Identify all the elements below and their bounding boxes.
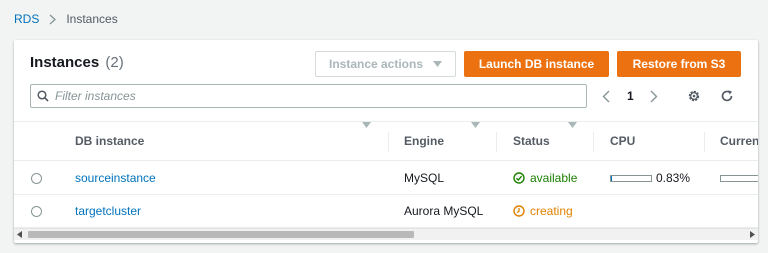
launch-db-instance-button[interactable]: Launch DB instance: [464, 51, 609, 77]
sort-icon[interactable]: [471, 122, 480, 128]
cpu-cell: 0.83%: [610, 162, 690, 194]
table-row[interactable]: sourceinstance MySQL available 0.83%: [14, 162, 758, 195]
filter-instances-field[interactable]: [30, 84, 587, 108]
sort-icon[interactable]: [362, 122, 371, 128]
scrollbar-thumb[interactable]: [28, 231, 414, 238]
breadcrumb-current: Instances: [66, 12, 118, 26]
column-header-status[interactable]: Status: [513, 122, 550, 160]
table-row[interactable]: targetcluster Aurora MySQL creating: [14, 195, 758, 228]
instance-count: (2): [105, 54, 124, 71]
column-header-current-activity[interactable]: Curren: [720, 122, 758, 160]
engine-cell: MySQL: [404, 171, 445, 185]
chevron-right-icon[interactable]: [650, 86, 658, 106]
column-header-db-instance[interactable]: DB instance: [75, 122, 144, 160]
instance-actions-label: Instance actions: [328, 57, 424, 71]
refresh-icon[interactable]: [720, 86, 734, 106]
activity-bar: [720, 174, 758, 182]
status-cell: creating: [513, 195, 573, 227]
breadcrumb-rds-link[interactable]: RDS: [14, 12, 39, 26]
search-input[interactable]: [55, 89, 555, 103]
search-icon: [37, 90, 49, 102]
radio-icon[interactable]: [31, 205, 42, 217]
gear-icon[interactable]: [687, 86, 701, 106]
column-header-engine[interactable]: Engine: [404, 122, 444, 160]
chevron-right-icon: [49, 14, 57, 25]
column-header-cpu[interactable]: CPU: [610, 122, 635, 160]
column-divider: [593, 132, 594, 152]
caret-down-icon: [433, 61, 443, 67]
cpu-utilization-bar: [610, 174, 652, 182]
status-text: creating: [530, 204, 573, 218]
db-instance-link[interactable]: sourceinstance: [75, 162, 156, 194]
clock-icon: [513, 205, 525, 217]
row-select-radio[interactable]: [31, 162, 42, 194]
status-text: available: [530, 171, 578, 185]
horizontal-scrollbar[interactable]: [14, 228, 758, 240]
table-header: DB instance Engine Status CPU Curren: [14, 121, 758, 161]
status-cell: available: [513, 162, 577, 194]
column-divider: [388, 132, 389, 152]
column-divider: [704, 132, 705, 152]
breadcrumb: RDS Instances: [14, 11, 118, 27]
chevron-left-icon[interactable]: [602, 86, 610, 106]
check-circle-icon: [513, 172, 525, 184]
instances-panel: Instances (2) Instance actions Launch DB…: [14, 40, 758, 243]
current-activity-cell: [720, 162, 758, 194]
page-number[interactable]: 1: [627, 86, 634, 106]
radio-icon[interactable]: [31, 172, 42, 184]
engine-cell: Aurora MySQL: [404, 204, 484, 218]
row-select-radio[interactable]: [31, 195, 42, 227]
instance-actions-button[interactable]: Instance actions: [315, 51, 456, 77]
panel-title-text: Instances: [30, 54, 100, 71]
cpu-value: 0.83%: [656, 171, 691, 185]
panel-title: Instances (2): [30, 54, 124, 71]
restore-from-s3-button[interactable]: Restore from S3: [617, 51, 741, 77]
column-divider: [496, 132, 497, 152]
sort-icon[interactable]: [568, 122, 577, 128]
scroll-right-icon[interactable]: [750, 231, 755, 238]
db-instance-link[interactable]: targetcluster: [75, 195, 141, 227]
scroll-left-icon[interactable]: [17, 231, 22, 238]
